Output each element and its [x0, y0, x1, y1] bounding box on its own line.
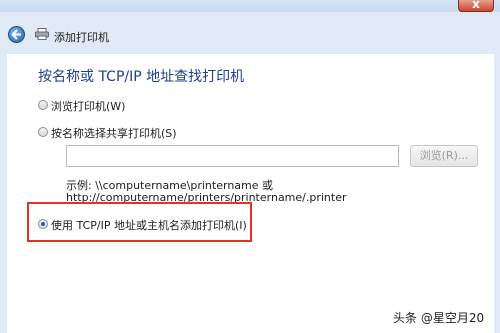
- window-frame-right: [494, 54, 500, 333]
- option-label-tcp-ip[interactable]: 使用 TCP/IP 地址或主机名添加打印机(I): [51, 217, 247, 233]
- radio-browse-printers[interactable]: [38, 100, 48, 110]
- window-title-bar: [0, 0, 500, 12]
- radio-select-shared[interactable]: [38, 127, 48, 137]
- option-label-browse[interactable]: 浏览打印机(W): [51, 98, 125, 114]
- browse-button[interactable]: 浏览(R)...: [410, 145, 478, 167]
- window-title: 添加打印机: [54, 31, 109, 44]
- back-arrow-icon: [11, 29, 21, 40]
- window-frame-left: [0, 54, 7, 333]
- watermark-text: 头条 @星空月20: [393, 311, 485, 325]
- option-label-shared[interactable]: 按名称选择共享打印机(S): [51, 125, 177, 141]
- shared-printer-input[interactable]: [66, 145, 399, 167]
- close-button[interactable]: x: [458, 0, 494, 12]
- back-button[interactable]: [8, 26, 25, 43]
- page-title: 按名称或 TCP/IP 地址查找打印机: [38, 69, 245, 85]
- radio-tcp-ip[interactable]: [38, 219, 48, 229]
- printer-icon: [35, 28, 49, 40]
- close-icon: x: [472, 0, 480, 11]
